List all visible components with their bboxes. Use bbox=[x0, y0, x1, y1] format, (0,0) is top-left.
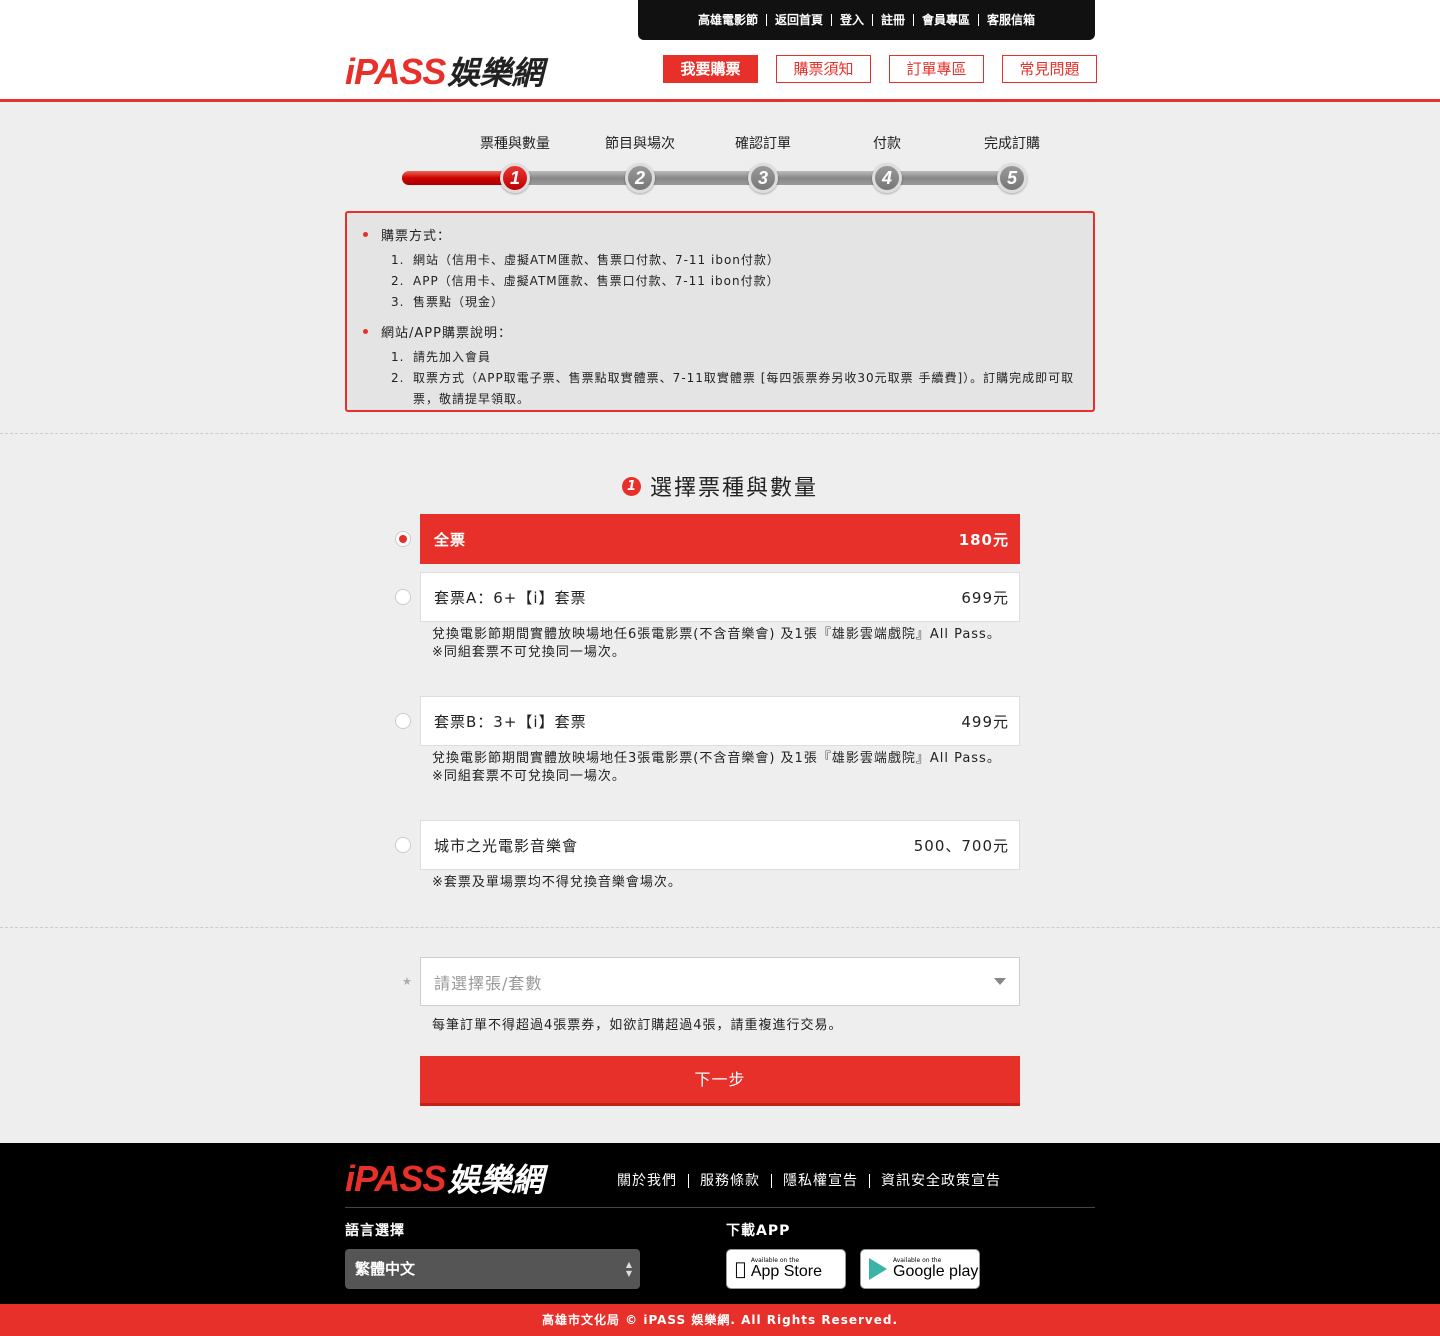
nav-ticket-notice[interactable]: 購票須知 bbox=[776, 55, 871, 83]
main-nav: 我要購票 購票須知 訂單專區 常見問題 bbox=[663, 55, 1097, 83]
ticket-radio-full[interactable] bbox=[395, 531, 411, 547]
purchase-notice-box: 購票方式： 1. 網站（信用卡、虛擬ATM匯款、售票口付款、7-11 ibon付款… bbox=[345, 211, 1095, 412]
ticket-radio-package-b[interactable] bbox=[395, 713, 411, 729]
site-footer: iPASS 娛樂網 關於我們 服務條款 隱私權宣告 資訊安全政策宣告 語言選擇 … bbox=[0, 1143, 1440, 1304]
language-select[interactable]: 繁體中文 ▲ ▼ bbox=[345, 1249, 640, 1289]
ticket-radio-package-a[interactable] bbox=[395, 589, 411, 605]
footer-link-terms[interactable]: 服務條款 bbox=[689, 1174, 772, 1188]
notice-methods-list: 1. 網站（信用卡、虛擬ATM匯款、售票口付款、7-11 ibon付款） 2. AP… bbox=[391, 250, 1079, 313]
step-label-2: 節目與場次 bbox=[605, 136, 675, 152]
ticket-name: 全票 bbox=[434, 530, 467, 549]
select-arrows-icon: ▲ ▼ bbox=[625, 1260, 632, 1278]
ticket-description: 兌換電影節期間實體放映場地任6張電影票(不含音樂會) 及1張『雄影雲端戲院』Al… bbox=[432, 627, 1001, 660]
ticket-name: 套票B：3+【i】套票 bbox=[434, 712, 587, 731]
notice-heading-instructions: 網站/APP購票說明： bbox=[361, 322, 1079, 341]
footer-logo[interactable]: iPASS 娛樂網 bbox=[345, 1155, 543, 1201]
step-progress-bar bbox=[402, 171, 1024, 185]
list-item: 1. 網站（信用卡、虛擬ATM匯款、售票口付款、7-11 ibon付款） bbox=[391, 253, 780, 267]
footer-link-about[interactable]: 關於我們 bbox=[606, 1174, 689, 1188]
bullet-icon bbox=[363, 232, 368, 237]
footer-link-security[interactable]: 資訊安全政策宣告 bbox=[870, 1174, 1012, 1188]
ticket-option-full[interactable]: 全票 180元 bbox=[420, 514, 1020, 564]
bullet-icon bbox=[363, 329, 368, 334]
notice-instructions-list: 1. 請先加入會員 2. 取票方式（APP取電子票、售票點取實體票、7-11取實體票… bbox=[391, 347, 1079, 410]
footer-nav: 關於我們 服務條款 隱私權宣告 資訊安全政策宣告 bbox=[606, 1174, 1012, 1188]
google-play-button[interactable]: Available on the Google play bbox=[860, 1249, 980, 1289]
quantity-note: 每筆訂單不得超過4張票券，如欲訂購超過4張，請重複進行交易。 bbox=[432, 1018, 843, 1033]
footer-link-privacy[interactable]: 隱私權宣告 bbox=[772, 1174, 870, 1188]
quantity-placeholder: 請選擇張/套數 bbox=[434, 973, 543, 993]
ticket-name: 套票A：6+【i】套票 bbox=[434, 588, 587, 607]
notice-heading-methods: 購票方式： bbox=[361, 225, 1079, 244]
divider bbox=[0, 927, 1440, 928]
ticket-description: 兌換電影節期間實體放映場地任3張電影票(不含音樂會) 及1張『雄影雲端戲院』Al… bbox=[432, 751, 1001, 784]
apple-icon:  bbox=[735, 1259, 746, 1280]
chevron-down-icon bbox=[994, 978, 1006, 985]
quantity-select[interactable]: 請選擇張/套數 bbox=[420, 957, 1020, 1006]
ticket-price: 500、700元 bbox=[913, 836, 1009, 855]
site-header: 高雄電影節 返回首頁 登入 註冊 會員專區 客服信箱 iPASS 娛樂網 我要購… bbox=[0, 0, 1440, 102]
step-labels: 票種與數量 節目與場次 確認訂單 付款 完成訂購 bbox=[0, 133, 1440, 153]
step-1-circle: 1 bbox=[500, 163, 530, 193]
ticket-price: 699元 bbox=[961, 588, 1009, 607]
ticket-option-concert[interactable]: 城市之光電影音樂會 500、700元 bbox=[420, 820, 1020, 870]
step-4-circle: 4 bbox=[872, 163, 902, 193]
download-app-label: 下載APP bbox=[726, 1223, 791, 1239]
step-label-5: 完成訂購 bbox=[984, 136, 1040, 152]
step-3-circle: 3 bbox=[748, 163, 778, 193]
step-progress-fill bbox=[402, 171, 516, 185]
ticket-option-package-b[interactable]: 套票B：3+【i】套票 499元 bbox=[420, 696, 1020, 746]
list-item: 2. 取票方式（APP取電子票、售票點取實體票、7-11取實體票 [每四張票券另收… bbox=[391, 371, 1075, 406]
link-support-mail[interactable]: 客服信箱 bbox=[979, 14, 1043, 26]
divider bbox=[0, 433, 1440, 434]
link-register[interactable]: 註冊 bbox=[873, 14, 915, 26]
list-item: 1. 請先加入會員 bbox=[391, 350, 492, 364]
link-login[interactable]: 登入 bbox=[832, 14, 873, 26]
ticket-price: 499元 bbox=[961, 712, 1009, 731]
nav-orders[interactable]: 訂單專區 bbox=[889, 55, 984, 83]
step-number-badge: 1 bbox=[621, 476, 641, 496]
step-2-circle: 2 bbox=[625, 163, 655, 193]
ticket-description: ※套票及單場票均不得兌換音樂會場次。 bbox=[432, 875, 682, 890]
nav-faq[interactable]: 常見問題 bbox=[1002, 55, 1097, 83]
ticket-option-package-a[interactable]: 套票A：6+【i】套票 699元 bbox=[420, 572, 1020, 622]
step-label-3: 確認訂單 bbox=[735, 136, 791, 152]
required-star-icon: ★ bbox=[402, 975, 412, 988]
ticket-radio-concert[interactable] bbox=[395, 837, 411, 853]
nav-buy-ticket[interactable]: 我要購票 bbox=[663, 55, 758, 83]
next-step-button[interactable]: 下一步 bbox=[420, 1056, 1020, 1106]
site-logo[interactable]: iPASS 娛樂網 bbox=[345, 48, 543, 94]
language-label: 語言選擇 bbox=[345, 1223, 405, 1239]
ticket-name: 城市之光電影音樂會 bbox=[434, 836, 579, 855]
app-store-button[interactable]:  Available on theApp Store bbox=[726, 1249, 846, 1289]
link-member[interactable]: 會員專區 bbox=[914, 14, 980, 26]
google-play-icon bbox=[869, 1258, 887, 1280]
step-5-circle: 5 bbox=[997, 163, 1027, 193]
link-home[interactable]: 返回首頁 bbox=[767, 14, 832, 26]
ticket-price: 180元 bbox=[958, 530, 1009, 549]
divider bbox=[345, 1207, 1095, 1208]
top-utility-bar: 高雄電影節 返回首頁 登入 註冊 會員專區 客服信箱 bbox=[638, 0, 1095, 40]
step-label-1: 票種與數量 bbox=[480, 136, 550, 152]
link-kff[interactable]: 高雄電影節 bbox=[690, 14, 767, 26]
list-item: 3. 售票點（現金） bbox=[391, 295, 505, 309]
copyright-bar: 高雄市文化局 © iPASS 娛樂網. All Rights Reserved. bbox=[0, 1304, 1440, 1336]
list-item: 2. APP（信用卡、虛擬ATM匯款、售票口付款、7-11 ibon付款） bbox=[391, 274, 780, 288]
step-label-4: 付款 bbox=[873, 136, 901, 152]
section-title: 1 選擇票種與數量 bbox=[0, 470, 1440, 502]
